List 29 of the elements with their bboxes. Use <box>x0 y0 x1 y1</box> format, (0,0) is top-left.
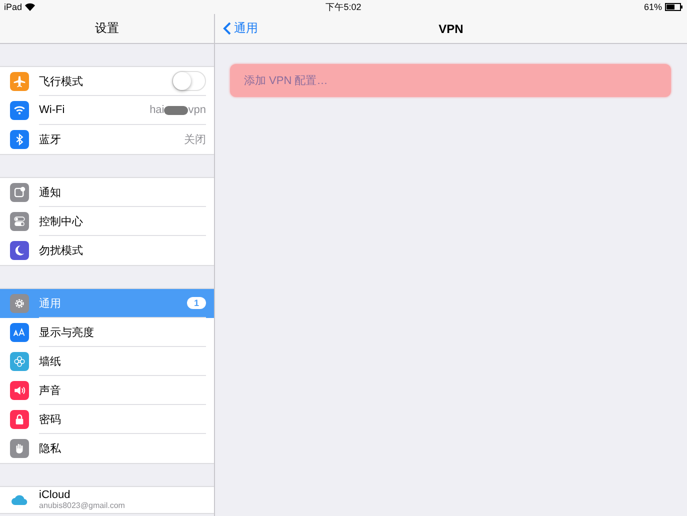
row-label: 密码 <box>39 412 61 426</box>
row-label: 通知 <box>39 186 61 200</box>
battery-icon <box>665 3 683 11</box>
battery-percent: 61% <box>644 2 662 12</box>
row-value: 关闭 <box>184 132 206 147</box>
toggle-switch[interactable] <box>172 71 206 91</box>
row-value: vpn <box>188 104 206 116</box>
row-label: Wi-Fi <box>39 104 65 116</box>
row-label: 蓝牙 <box>39 133 61 147</box>
row-label: 声音 <box>39 384 61 398</box>
row-label: 显示与亮度 <box>39 326 94 340</box>
row-label: 控制中心 <box>39 214 83 228</box>
row-label: iCloud <box>39 490 72 502</box>
status-time: 下午5:02 <box>326 0 362 14</box>
count-badge: 1 <box>186 297 206 309</box>
row-label: 隐私 <box>39 442 61 456</box>
chevron-left-icon <box>223 22 231 35</box>
row-label: 勿扰模式 <box>39 244 83 258</box>
account-email: anubis8023@gmail.com <box>39 502 125 510</box>
row-label: 飞行模式 <box>39 74 83 88</box>
back-link[interactable]: 通用 <box>223 14 258 43</box>
row-label: 通用 <box>39 296 61 310</box>
wifi-signal-icon <box>25 3 36 11</box>
row-label: 墙纸 <box>39 354 61 368</box>
redaction-blot <box>164 106 188 114</box>
page-title: VPN <box>438 22 464 36</box>
sidebar-title: 设置 <box>95 20 119 37</box>
row-value: hai <box>150 104 164 116</box>
device-name: iPad <box>4 2 22 12</box>
